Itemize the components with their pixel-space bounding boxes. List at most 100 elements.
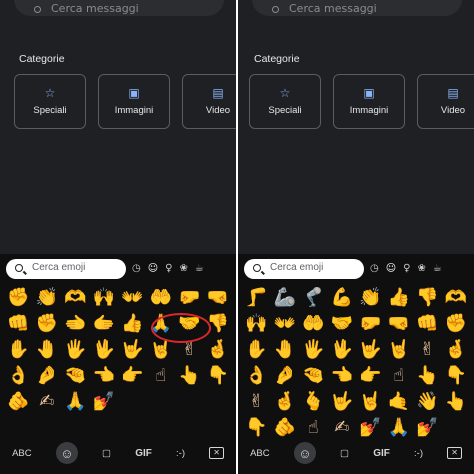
emoji-key[interactable]: 🫵 [4,389,33,415]
emoji-key[interactable]: 👎 [413,285,442,311]
emoji-key[interactable]: ✊ [4,285,33,311]
message-search-bar[interactable]: Cerca messaggi [252,0,462,16]
emoji-key[interactable]: 👊 [4,311,33,337]
emoji-key[interactable]: 🙌 [242,311,271,337]
emoji-key[interactable]: 🤜 [204,285,233,311]
backspace-icon[interactable]: ✕ [447,447,462,459]
emoji-key[interactable]: 💪 [328,285,357,311]
emoji-key[interactable]: 🖐 [299,337,328,363]
gif-button[interactable]: GIF [373,448,390,459]
coffee-icon[interactable]: ☕ [433,262,442,276]
emoji-key[interactable]: 👆 [442,389,471,415]
emoji-key[interactable]: 🫲 [61,311,90,337]
emoji-key[interactable]: 👆 [413,363,442,389]
person-icon[interactable]: ♀ [403,262,410,276]
clock-icon[interactable]: ◷ [132,262,141,276]
animal-icon[interactable]: ❀ [180,262,188,276]
emoji-key[interactable]: 🤞 [442,337,471,363]
emoji-key[interactable]: 🤘 [356,389,385,415]
smiley-icon[interactable]: ☺ [148,262,158,276]
emoji-key[interactable]: 💅 [90,389,119,415]
emoji-key[interactable]: 🤘 [385,337,414,363]
sticker-icon[interactable]: ▢ [102,448,111,459]
emoji-key[interactable]: 🤛 [175,285,204,311]
emoji-key[interactable]: 🫱 [90,311,119,337]
emoji-key[interactable]: 🤛 [356,311,385,337]
category-video-button[interactable]: ▤ Video [417,74,474,129]
emoji-key[interactable]: 👈 [328,363,357,389]
emoticon-button[interactable]: :-) [414,448,423,459]
clock-icon[interactable]: ◷ [370,262,379,276]
emoji-key[interactable]: 🫶 [442,285,471,311]
emoji-key[interactable]: 👆 [175,363,204,389]
emoji-tab-icon[interactable]: ☺ [293,442,316,464]
emoji-key[interactable]: 👐 [118,285,147,311]
emoji-key[interactable]: ✋ [4,337,33,363]
emoji-key[interactable]: 🦾 [271,285,300,311]
emoji-key[interactable]: 👇 [204,363,233,389]
message-search-bar[interactable]: Cerca messaggi [14,0,224,16]
person-icon[interactable]: ♀ [165,262,172,276]
emoji-key[interactable]: ☝ [147,363,176,389]
emoji-key[interactable]: 🙏 [61,389,90,415]
abc-button[interactable]: ABC [250,448,270,459]
emoji-key[interactable]: 🖖 [90,337,119,363]
emoji-key[interactable]: 🖐 [61,337,90,363]
emoji-key[interactable]: 🤟 [328,389,357,415]
emoji-key[interactable]: ✋ [242,337,271,363]
emoji-key[interactable]: ✍ [33,389,62,415]
emoji-key[interactable]: 🫰 [299,389,328,415]
emoji-key[interactable]: ✊ [33,311,62,337]
emoticon-button[interactable]: :-) [176,448,185,459]
emoji-key[interactable]: 🤏 [299,363,328,389]
emoji-key[interactable]: 🤟 [118,337,147,363]
emoji-key[interactable]: 🤟 [356,337,385,363]
emoji-key[interactable]: 🙌 [90,285,119,311]
emoji-key[interactable]: 👌 [4,363,33,389]
category-speciali-button[interactable]: ☆ Speciali [249,74,321,129]
emoji-key[interactable]: 🤌 [271,363,300,389]
emoji-key[interactable]: 🦿 [299,285,328,311]
category-immagini-button[interactable]: ▣ Immagini [333,74,405,129]
emoji-tab-icon[interactable]: ☺ [55,442,78,464]
emoji-key[interactable]: 🤲 [147,285,176,311]
emoji-key[interactable]: 👋 [413,389,442,415]
emoji-key[interactable]: 👐 [271,311,300,337]
abc-button[interactable]: ABC [12,448,32,459]
emoji-key[interactable]: 🤝 [328,311,357,337]
smiley-icon[interactable]: ☺ [386,262,396,276]
emoji-key[interactable]: 👈 [90,363,119,389]
emoji-key[interactable]: 👉 [356,363,385,389]
emoji-key[interactable]: 👏 [33,285,62,311]
emoji-key[interactable]: 👌 [242,363,271,389]
emoji-key[interactable]: 🫶 [61,285,90,311]
emoji-key[interactable]: ☝ [385,363,414,389]
emoji-key[interactable]: 🤞 [271,389,300,415]
emoji-key[interactable]: 🤌 [33,363,62,389]
emoji-search-input[interactable]: Cerca emoji [6,259,126,279]
backspace-icon[interactable]: ✕ [209,447,224,459]
emoji-key[interactable]: 👇 [442,363,471,389]
emoji-key[interactable]: 🤲 [299,311,328,337]
emoji-key[interactable]: 🦵 [242,285,271,311]
category-speciali-button[interactable]: ☆ Speciali [14,74,86,129]
emoji-key[interactable]: 🤏 [61,363,90,389]
sticker-icon[interactable]: ▢ [340,448,349,459]
emoji-search-input[interactable]: Cerca emoji [244,259,364,279]
emoji-key[interactable]: ✌ [413,337,442,363]
animal-icon[interactable]: ❀ [418,262,426,276]
emoji-key[interactable]: 👍 [385,285,414,311]
coffee-icon[interactable]: ☕ [195,262,204,276]
category-video-button[interactable]: ▤ Video [182,74,236,129]
emoji-key[interactable]: 🤜 [385,311,414,337]
emoji-key[interactable]: 👊 [413,311,442,337]
emoji-key[interactable]: 🤚 [33,337,62,363]
emoji-key[interactable]: ✌ [242,389,271,415]
emoji-key[interactable]: 👍 [118,311,147,337]
emoji-key[interactable]: 👏 [356,285,385,311]
emoji-key[interactable]: 👉 [118,363,147,389]
emoji-key[interactable]: 🖖 [328,337,357,363]
emoji-key[interactable]: 🤙 [385,389,414,415]
emoji-key[interactable]: 🤚 [271,337,300,363]
emoji-key[interactable]: ✊ [442,311,471,337]
